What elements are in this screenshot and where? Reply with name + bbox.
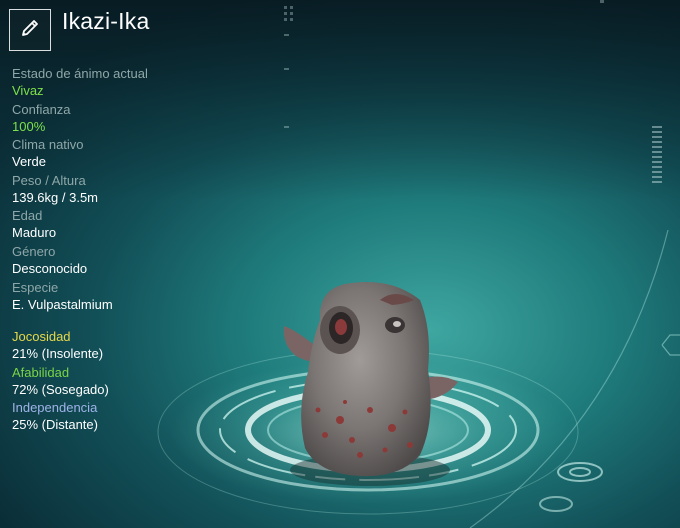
stat-label: Edad [12,208,43,224]
stat-weight-height: Peso / Altura 139.6kg / 3.5m [12,173,252,209]
stat-label: Género [12,243,56,259]
stat-value: Maduro [12,225,57,241]
stat-species: Especie E. Vulpastalmium [12,280,252,316]
trait-playfulness: Jocosidad 21% (Insolente) [12,329,252,365]
stat-trust: Confianza 100% [12,102,252,138]
stat-value: E. Vulpastalmium [12,296,113,312]
pencil-icon [19,17,41,44]
personality-traits: Jocosidad 21% (Insolente) Afabilidad 72%… [12,329,252,436]
stat-value: Desconocido [12,260,88,276]
trait-value: 25% (Distante) [12,417,98,432]
stat-mood: Estado de ánimo actual Vivaz [12,66,252,102]
trait-friendliness: Afabilidad 72% (Sosegado) [12,365,252,401]
creature-stats: Estado de ánimo actual Vivaz Confianza 1… [12,66,252,315]
stat-label: Especie [12,279,59,295]
stat-value: 139.6kg / 3.5m [12,189,98,205]
creature-name: Ikazi-Ika [62,8,150,34]
trait-independence: Independencia 25% (Distante) [12,400,252,436]
trait-value: 21% (Insolente) [12,346,104,361]
stat-label: Clima nativo [12,137,84,153]
stat-value: 100% [12,118,46,134]
trait-label: Independencia [12,400,98,415]
stat-label: Estado de ánimo actual [12,66,148,81]
stat-value: Verde [12,154,46,170]
stat-gender: Género Desconocido [12,244,252,280]
trait-label: Afabilidad [12,364,70,380]
stat-age: Edad Maduro [12,208,252,244]
stat-climate: Clima nativo Verde [12,137,252,173]
edit-name-button[interactable] [9,9,51,51]
trait-value: 72% (Sosegado) [12,381,109,397]
stat-label: Confianza [12,101,71,117]
stat-label: Peso / Altura [12,172,86,188]
trait-label: Jocosidad [12,329,71,344]
stat-value: Vivaz [12,83,44,98]
